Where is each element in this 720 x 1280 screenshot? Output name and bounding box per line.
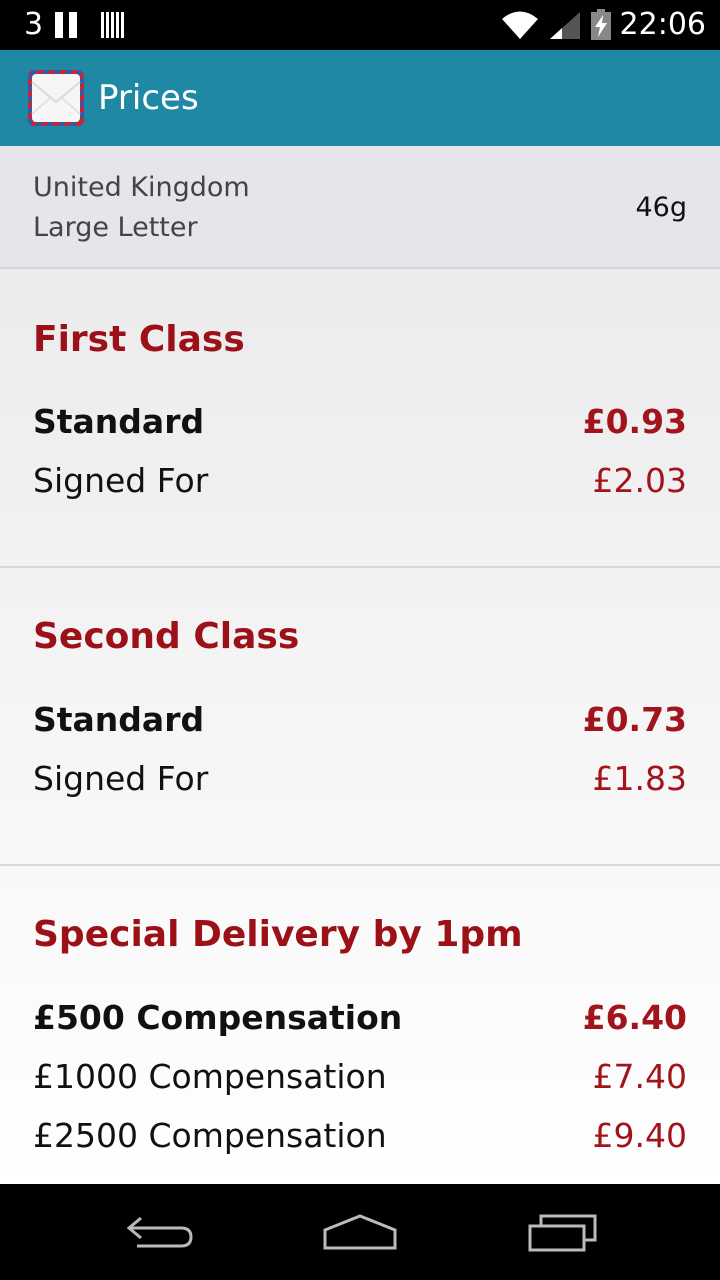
price-row[interactable]: £2500 Compensation £9.40 <box>0 1114 720 1158</box>
summary-weight: 46g <box>635 192 688 223</box>
section-title-special-delivery: Special Delivery by 1pm <box>33 914 523 955</box>
back-button[interactable] <box>100 1206 220 1258</box>
row-price: £6.40 <box>582 998 687 1037</box>
row-label: Signed For <box>33 759 209 798</box>
recents-button[interactable] <box>503 1206 623 1258</box>
wifi-icon <box>501 11 538 39</box>
summary-country: United Kingdom <box>33 172 250 203</box>
row-label: £2500 Compensation <box>33 1116 387 1155</box>
section-title-second-class: Second Class <box>33 616 300 657</box>
section-title-first-class: First Class <box>33 319 245 360</box>
status-bar: 3 22:06 <box>0 0 720 50</box>
row-price: £0.73 <box>582 700 687 739</box>
recents-icon <box>528 1214 597 1252</box>
status-right: 22:06 <box>500 8 706 42</box>
content: United Kingdom Large Letter 46g First Cl… <box>0 146 720 1184</box>
section-divider <box>0 864 720 866</box>
price-row[interactable]: £500 Compensation £6.40 <box>0 996 720 1040</box>
home-button[interactable] <box>300 1206 420 1258</box>
summary-item-type: Large Letter <box>33 212 198 243</box>
price-row[interactable]: Standard £0.93 <box>0 400 720 444</box>
row-label: Standard <box>33 402 205 441</box>
row-label: Standard <box>33 700 205 739</box>
row-price: £7.40 <box>592 1057 687 1096</box>
shipment-summary: United Kingdom Large Letter 46g <box>0 146 720 269</box>
row-price: £2.03 <box>592 461 687 500</box>
signal-icon <box>549 12 580 39</box>
row-label: Signed For <box>33 461 209 500</box>
row-price: £1.83 <box>592 759 687 798</box>
navigation-bar <box>0 1184 720 1280</box>
pause-icon <box>55 12 83 38</box>
app-bar: Prices <box>0 50 720 146</box>
price-row[interactable]: £1000 Compensation £7.40 <box>0 1055 720 1099</box>
home-icon <box>323 1214 397 1250</box>
price-row[interactable]: Signed For £1.83 <box>0 757 720 801</box>
row-price: £9.40 <box>592 1116 687 1155</box>
row-label: £500 Compensation <box>33 998 403 1037</box>
row-price: £0.93 <box>582 402 687 441</box>
price-row[interactable]: Signed For £2.03 <box>0 459 720 503</box>
envelope-icon[interactable] <box>28 70 84 126</box>
battery-icon <box>590 9 611 40</box>
page-title: Prices <box>98 78 199 118</box>
back-icon <box>126 1216 193 1248</box>
screen: 3 22:06 Prices United Kingdom Large Lett… <box>0 0 720 1280</box>
section-divider <box>0 566 720 568</box>
status-left: 3 <box>24 8 126 42</box>
barcode-icon <box>101 12 126 38</box>
notification-count: 3 <box>24 7 44 42</box>
status-time: 22:06 <box>619 7 706 42</box>
row-label: £1000 Compensation <box>33 1057 387 1096</box>
price-row[interactable]: Standard £0.73 <box>0 698 720 742</box>
